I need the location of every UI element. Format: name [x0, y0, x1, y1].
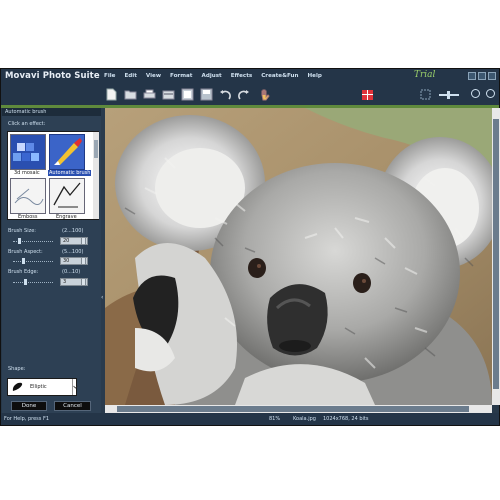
minimize-button[interactable] — [468, 72, 476, 80]
status-zoom: 81% — [269, 416, 281, 422]
app-window: Movavi Photo Suite File Edit View Format… — [0, 68, 500, 426]
menu-format[interactable]: Format — [170, 73, 192, 79]
vertical-scroll-thumb[interactable] — [493, 119, 499, 389]
redo-icon[interactable] — [237, 88, 250, 101]
status-help: For Help, press F1 — [4, 416, 50, 422]
brush-edge-spinner[interactable] — [81, 278, 86, 286]
brush-aspect-slider[interactable] — [13, 261, 53, 263]
gift-icon[interactable] — [361, 88, 374, 101]
ellipse-brush-icon — [12, 382, 23, 391]
undo-icon[interactable] — [219, 88, 232, 101]
zoom-out-icon[interactable] — [471, 89, 480, 98]
effects-list[interactable]: 3d mosaic Automatic brush Emboss Engrave — [7, 131, 99, 220]
effect-emboss-thumb[interactable] — [10, 178, 46, 214]
effect-automatic-brush-thumb[interactable] — [49, 134, 85, 170]
click-effect-label: Click an effect: — [8, 121, 46, 127]
crop-frame-icon[interactable] — [419, 88, 432, 101]
menu-file[interactable]: File — [104, 73, 115, 79]
chevron-left-icon[interactable]: ‹ — [101, 294, 103, 301]
close-button[interactable] — [488, 72, 496, 80]
menu-create-fun[interactable]: Create&Fun — [261, 73, 298, 79]
app-title: Movavi Photo Suite — [5, 71, 100, 81]
status-filename: Koala.jpg — [293, 416, 316, 422]
shape-label: Shape: — [8, 366, 26, 372]
mosaic-icon — [13, 143, 39, 161]
cancel-button[interactable]: Cancel — [54, 401, 91, 411]
open-folder-icon[interactable] — [124, 88, 137, 101]
brush-aspect-knob[interactable] — [22, 258, 25, 264]
brush-edge-label: Brush Edge: — [8, 269, 39, 275]
shape-value: Elliptic — [30, 384, 47, 390]
image-canvas[interactable] — [105, 108, 492, 405]
trial-label: Trial — [414, 70, 436, 80]
maximize-button[interactable] — [478, 72, 486, 80]
brush-size-spinner[interactable] — [81, 237, 86, 245]
done-button[interactable]: Done — [11, 401, 47, 411]
new-doc-icon[interactable] — [105, 88, 118, 101]
save-icon[interactable] — [200, 88, 213, 101]
effect-3d-mosaic-label: 3d mosaic — [14, 170, 40, 176]
brush-edge-knob[interactable] — [24, 279, 27, 285]
zoom-slider-knob[interactable] — [447, 91, 450, 99]
chevron-down-icon — [73, 385, 78, 389]
brush-edge-range: (0...10) — [62, 269, 81, 275]
shape-dropdown-arrow[interactable] — [72, 379, 78, 395]
brush-edge-slider[interactable] — [13, 282, 53, 284]
status-image-info: 1024x768, 24 bits — [323, 416, 369, 422]
brush-aspect-spinner[interactable] — [81, 257, 86, 265]
horizontal-scrollbar[interactable] — [105, 405, 492, 413]
brush-size-label: Brush Size: — [8, 228, 36, 234]
effect-3d-mosaic-thumb[interactable] — [10, 134, 46, 170]
brush-size-knob[interactable] — [18, 238, 21, 244]
menu-effects[interactable]: Effects — [231, 73, 252, 79]
window-controls — [468, 72, 496, 80]
effects-scroll-thumb[interactable] — [94, 140, 98, 158]
menu-edit[interactable]: Edit — [124, 73, 136, 79]
effect-automatic-brush-label: Automatic brush — [48, 170, 92, 176]
koala-image — [105, 108, 492, 405]
title-bar: Movavi Photo Suite File Edit View Format… — [1, 69, 499, 85]
effects-scrollbar[interactable] — [93, 132, 99, 219]
emboss-icon — [14, 188, 44, 205]
print-icon[interactable] — [143, 88, 156, 101]
brush-size-range: (2...100) — [62, 228, 84, 234]
vertical-scrollbar[interactable] — [492, 108, 500, 405]
engrave-icon — [53, 182, 81, 208]
brush-icon — [54, 138, 82, 165]
scan-icon[interactable] — [162, 88, 175, 101]
brush-aspect-range: (5...100) — [62, 249, 84, 255]
filmstrip-icon[interactable] — [181, 88, 194, 101]
horizontal-scroll-thumb[interactable] — [117, 406, 469, 412]
menu-view[interactable]: View — [146, 73, 161, 79]
panel-header: Automatic brush — [2, 108, 101, 116]
shape-select[interactable]: Elliptic — [7, 378, 78, 396]
effect-emboss-label: Emboss — [18, 214, 38, 220]
effects-panel: Automatic brush Click an effect: 3d mosa… — [2, 108, 101, 413]
status-bar: For Help, press F1 81% Koala.jpg 1024x76… — [1, 413, 499, 425]
zoom-in-icon[interactable] — [486, 89, 495, 98]
effect-engrave-thumb[interactable] — [49, 178, 85, 214]
brush-aspect-label: Brush Aspect: — [8, 249, 43, 255]
toolbar — [1, 85, 499, 105]
menu-bar: File Edit View Format Adjust Effects Cre… — [104, 73, 331, 79]
effect-engrave-label: Engrave — [56, 214, 77, 220]
hand-icon[interactable] — [259, 88, 272, 101]
menu-adjust[interactable]: Adjust — [201, 73, 221, 79]
menu-help[interactable]: Help — [308, 73, 322, 79]
